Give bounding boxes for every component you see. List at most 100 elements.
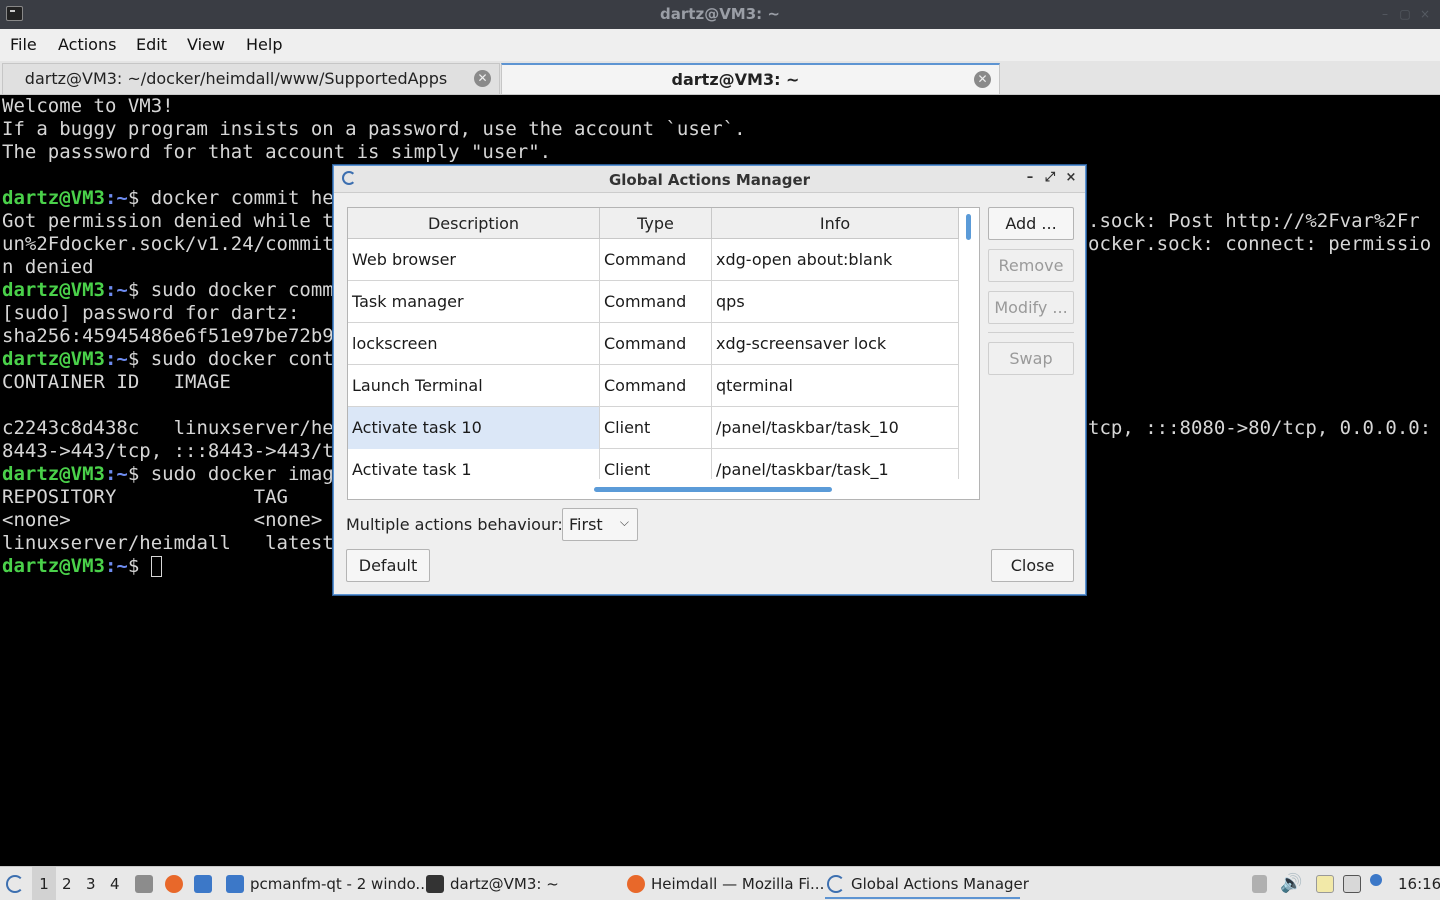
select-value: First — [569, 515, 603, 534]
tab-close-icon[interactable]: ✕ — [974, 71, 991, 88]
remove-button[interactable]: Remove — [988, 249, 1074, 282]
firefox-icon[interactable] — [165, 875, 183, 893]
modify-button[interactable]: Modify ... — [988, 291, 1074, 324]
cell-type: Client — [600, 407, 712, 449]
terminal-line: The passsword for that account is simply… — [2, 141, 1440, 164]
prompt-user: dartz@VM3 — [2, 187, 105, 209]
output-text-right: tcp, :::8080->80/tcp, 0.0.0.0: — [1088, 417, 1432, 439]
menu-file[interactable]: File — [10, 35, 37, 54]
tab-close-icon[interactable]: ✕ — [474, 70, 491, 87]
cell-description: Activate task 10 — [348, 407, 600, 449]
close-icon[interactable]: × — [1418, 7, 1432, 21]
menu-view[interactable]: View — [187, 35, 225, 54]
add-button[interactable]: Add ... — [988, 207, 1074, 240]
cell-type: Command — [600, 281, 712, 323]
output-text-right: ocker.sock: connect: permissio — [1088, 233, 1432, 255]
table-row[interactable]: lockscreen Command xdg-screensaver lock — [348, 323, 959, 365]
tray-update-icon[interactable] — [1252, 875, 1267, 893]
tab-home[interactable]: dartz@VM3: ~ ✕ — [501, 63, 1000, 94]
column-type[interactable]: Type — [600, 208, 712, 239]
output-text: Got permission denied while tr — [2, 210, 346, 232]
swap-button[interactable]: Swap — [988, 342, 1074, 375]
actions-table: Description Type Info Web browser Command… — [347, 207, 980, 500]
command-text: $ sudo docker image — [127, 463, 346, 485]
cell-type: Command — [600, 239, 712, 281]
prompt-user: dartz@VM3 — [2, 463, 105, 485]
default-button[interactable]: Default — [346, 549, 430, 582]
output-text: c2243c8d438c linuxserver/hei — [2, 417, 346, 439]
dialog-close-icon[interactable]: × — [1063, 170, 1079, 186]
desktop-3[interactable]: 3 — [86, 867, 96, 900]
desktop-4[interactable]: 4 — [110, 867, 120, 900]
volume-icon[interactable]: 🔊 — [1280, 867, 1302, 900]
cell-info: /panel/taskbar/task_1 — [712, 449, 959, 479]
cell-description: Activate task 1 — [348, 449, 600, 479]
clipboard-icon[interactable] — [1316, 875, 1334, 893]
window-title: dartz@VM3: ~ — [660, 5, 780, 23]
column-info[interactable]: Info — [712, 208, 959, 239]
close-button[interactable]: Close — [991, 549, 1074, 582]
dialog-maximize-icon[interactable]: ⤢ — [1042, 170, 1058, 186]
task-global-actions[interactable]: Global Actions Manager — [825, 869, 1029, 899]
dialog-title: Global Actions Manager — [608, 171, 811, 189]
prompt-path: :~ — [104, 279, 128, 301]
clock[interactable]: 16:16 — [1398, 867, 1440, 900]
menu-edit[interactable]: Edit — [136, 35, 167, 54]
menu-actions[interactable]: Actions — [58, 35, 116, 54]
task-label: Heimdall — Mozilla Fi... — [651, 875, 825, 893]
prompt-user: dartz@VM3 — [2, 555, 105, 577]
cell-description: Web browser — [348, 239, 600, 281]
desktop-2[interactable]: 2 — [62, 867, 72, 900]
output-text: Welcome to VM3! — [2, 95, 174, 117]
output-text: [sudo] password for dartz: — [2, 302, 300, 324]
table-row[interactable]: Activate task 1 Client/panel/taskbar/task… — [348, 449, 959, 479]
notification-icon[interactable] — [1370, 874, 1382, 886]
output-text: <none> <none> — [2, 509, 323, 531]
cell-info: xdg-screensaver lock — [712, 323, 959, 365]
command-text: $ sudo docker commi — [127, 279, 346, 301]
tab-label: dartz@VM3: ~/docker/heimdall/www/Support… — [24, 69, 448, 88]
cell-info: qps — [712, 281, 959, 323]
taskbar: 1 2 3 4 pcmanfm-qt - 2 windo... dartz@VM… — [0, 866, 1440, 900]
cell-description: lockscreen — [348, 323, 600, 365]
file-manager-icon[interactable] — [135, 875, 153, 893]
vertical-scrollbar[interactable] — [966, 214, 971, 240]
desktop-1[interactable]: 1 — [32, 867, 56, 900]
show-desktop-icon[interactable] — [194, 875, 212, 893]
cell-type: Command — [600, 365, 712, 407]
table-row[interactable]: Activate task 10 Client/panel/taskbar/tas… — [348, 407, 959, 449]
terminal-line: Welcome to VM3! — [2, 95, 1440, 118]
prompt-user: dartz@VM3 — [2, 279, 105, 301]
output-text: un%2Fdocker.sock/v1.24/commit? — [2, 233, 346, 255]
table-row[interactable]: Launch Terminal Command qterminal — [348, 365, 959, 407]
menu-bar: File Actions Edit View Help — [0, 29, 1440, 61]
horizontal-scrollbar[interactable] — [594, 487, 832, 492]
output-text-right: .sock: Post http://%2Fvar%2Fr — [1088, 210, 1420, 232]
main-menu-icon[interactable] — [6, 875, 24, 893]
task-label: pcmanfm-qt - 2 windo... — [250, 875, 430, 893]
cell-description: Task manager — [348, 281, 600, 323]
table-row[interactable]: Task manager Command qps — [348, 281, 959, 323]
maximize-icon[interactable]: ▢ — [1398, 7, 1412, 21]
multiple-actions-select[interactable]: First ⌵ — [562, 508, 638, 541]
task-pcmanfm[interactable]: pcmanfm-qt - 2 windo... — [224, 869, 430, 899]
terminal-line: If a buggy program insists on a password… — [2, 118, 1440, 141]
tab-supportedapps[interactable]: dartz@VM3: ~/docker/heimdall/www/Support… — [2, 63, 500, 94]
menu-help[interactable]: Help — [246, 35, 282, 54]
task-firefox[interactable]: Heimdall — Mozilla Fi... — [625, 869, 824, 899]
output-text: 8443->443/tcp, :::8443->443/tc — [2, 440, 346, 462]
table-header: Description Type Info — [348, 208, 959, 239]
cell-info: xdg-open about:blank — [712, 239, 959, 281]
prompt-user: dartz@VM3 — [2, 348, 105, 370]
output-text: sha256:45945486e6f51e97be72b90 — [2, 325, 346, 347]
text-cursor — [150, 556, 162, 577]
prompt-path: :~ — [104, 463, 128, 485]
dialog-minimize-icon[interactable]: – — [1022, 170, 1038, 186]
task-terminal[interactable]: dartz@VM3: ~ — [424, 869, 614, 899]
network-icon[interactable] — [1343, 875, 1361, 893]
tab-bar: dartz@VM3: ~/docker/heimdall/www/Support… — [0, 61, 1440, 95]
minimize-icon[interactable]: – — [1378, 7, 1392, 21]
table-row[interactable]: Web browser Command xdg-open about:blank — [348, 239, 959, 281]
terminal-icon — [426, 875, 444, 893]
column-description[interactable]: Description — [348, 208, 600, 239]
